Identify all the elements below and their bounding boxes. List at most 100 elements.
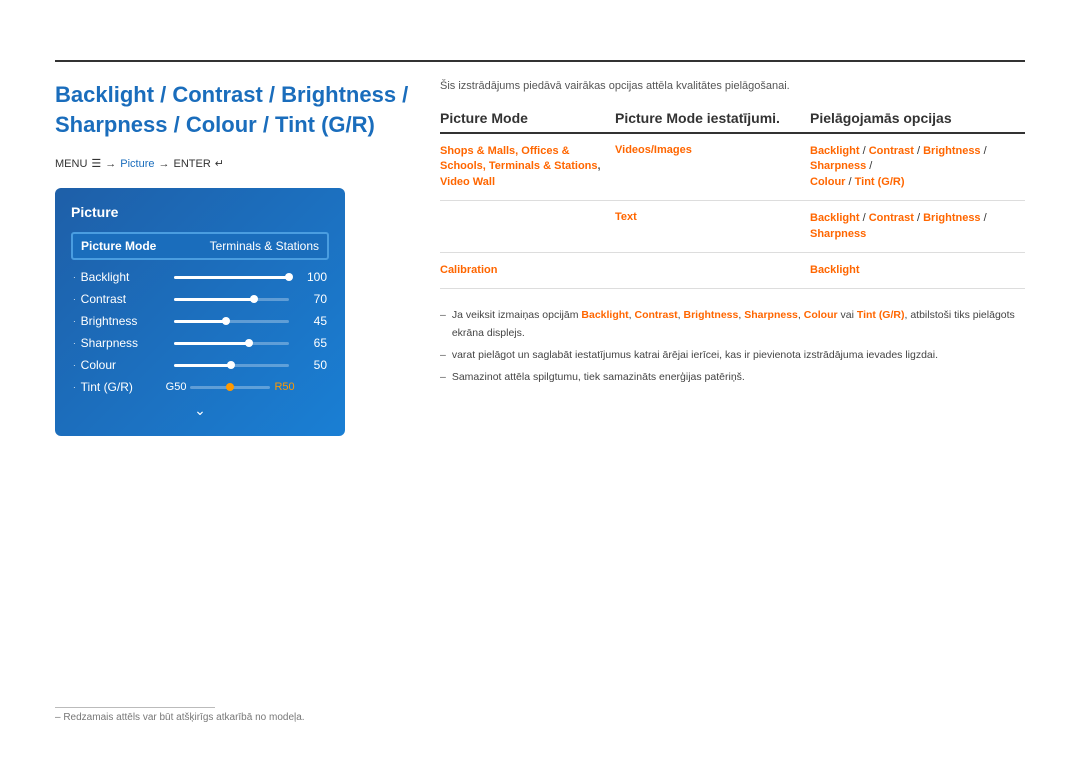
tint-track[interactable] — [190, 386, 270, 389]
dot-icon: · — [73, 361, 76, 370]
mode-cell-1: Shops & Malls, Offices & Schools, Termin… — [440, 144, 615, 190]
picture-menu-box: Picture Picture Mode Terminals & Station… — [55, 188, 345, 436]
col-header-mode: Picture Mode — [440, 110, 615, 126]
setting-cell-1: Videos/Images — [615, 144, 810, 156]
colour-label: Colour — [81, 358, 166, 372]
left-panel: Backlight / Contrast / Brightness / Shar… — [55, 80, 415, 436]
brightness-fill — [174, 320, 226, 323]
colour-thumb — [227, 361, 235, 369]
mode-calibration: Calibration — [440, 264, 497, 276]
tint-label: Tint (G/R) — [81, 380, 166, 394]
options-cell-2: Backlight / Contrast / Brightness / Shar… — [810, 211, 1025, 242]
picture-box-title: Picture — [71, 204, 329, 220]
chevron-down-icon: ⌄ — [194, 402, 206, 418]
option-contrast: Contrast — [869, 145, 914, 157]
contrast-thumb — [250, 295, 258, 303]
picture-mode-label: Picture Mode — [81, 239, 156, 253]
option-tint: Tint (G/R) — [855, 176, 905, 188]
dash-icon: – — [440, 347, 446, 365]
sharpness-label: Sharpness — [81, 336, 166, 350]
note-3: – Samazinot attēla spilgtumu, tiek samaz… — [440, 369, 1025, 387]
backlight-thumb — [285, 273, 293, 281]
page-title: Backlight / Contrast / Brightness / Shar… — [55, 80, 415, 139]
enter-label: ENTER — [174, 158, 211, 170]
picture-mode-value: Terminals & Stations — [210, 239, 319, 253]
dot-icon: · — [73, 317, 76, 326]
mode-text-1c: Video Wall — [440, 176, 495, 188]
sharpness-row: · Sharpness 65 — [71, 336, 329, 350]
colour-row: · Colour 50 — [71, 358, 329, 372]
menu-arrow: → — [105, 158, 116, 170]
backlight-value: 100 — [297, 270, 327, 284]
enter-icon: ↵ — [215, 157, 224, 170]
col-header-setting: Picture Mode iestatījumi. — [615, 110, 810, 126]
picture-link[interactable]: Picture — [120, 158, 154, 170]
menu-label: MENU — [55, 158, 87, 170]
colour-value: 50 — [297, 358, 327, 372]
backlight-label: Backlight — [81, 270, 166, 284]
mode-text-1b: , — [598, 160, 601, 172]
opt3-backlight: Backlight — [810, 264, 860, 276]
contrast-row: · Contrast 70 — [71, 292, 329, 306]
sharpness-value: 65 — [297, 336, 327, 350]
contrast-label: Contrast — [81, 292, 166, 306]
note-2: – varat pielāgot un saglabāt iestatījumu… — [440, 347, 1025, 365]
footer-divider — [55, 707, 215, 708]
dash-icon: – — [440, 369, 446, 387]
option-brightness: Brightness — [923, 145, 980, 157]
table-row: Calibration Backlight — [440, 253, 1025, 289]
footer-note: – Redzamais attēls var būt atšķirīgs atk… — [55, 712, 305, 723]
colour-fill — [174, 364, 232, 367]
dot-icon: · — [73, 383, 76, 392]
mode-cell-3: Calibration — [440, 263, 615, 278]
colour-track[interactable] — [174, 364, 289, 367]
dot-icon: · — [73, 273, 76, 282]
menu-icon: ☰ — [91, 157, 101, 170]
right-panel: Šis izstrādājums piedāvā vairākas opcija… — [440, 80, 1025, 391]
opt2-brightness: Brightness — [923, 212, 980, 224]
dot-icon: · — [73, 339, 76, 348]
chevron-row[interactable]: ⌄ — [71, 402, 329, 420]
backlight-fill — [174, 276, 289, 279]
sharpness-thumb — [245, 339, 253, 347]
options-cell-1: Backlight / Contrast / Brightness / Shar… — [810, 144, 1025, 190]
backlight-row: · Backlight 100 — [71, 270, 329, 284]
option-colour: Colour — [810, 176, 845, 188]
tint-r50: R50 — [274, 381, 294, 393]
opt2-backlight: Backlight — [810, 212, 860, 224]
footer-note-text: – Redzamais attēls var būt atšķirīgs atk… — [55, 712, 305, 723]
brightness-track[interactable] — [174, 320, 289, 323]
table-row: Text Backlight / Contrast / Brightness /… — [440, 201, 1025, 253]
opt2-sharpness: Sharpness — [810, 228, 866, 240]
brightness-thumb — [222, 317, 230, 325]
option-sharpness: Sharpness — [810, 160, 866, 172]
tint-thumb — [226, 383, 234, 391]
backlight-track[interactable] — [174, 276, 289, 279]
note-2-text: varat pielāgot un saglabāt iestatījumus … — [452, 347, 938, 365]
opt2-contrast: Contrast — [869, 212, 914, 224]
table-header: Picture Mode Picture Mode iestatījumi. P… — [440, 110, 1025, 134]
picture-mode-row[interactable]: Picture Mode Terminals & Stations — [71, 232, 329, 260]
dash-icon: – — [440, 307, 446, 343]
note-1: – Ja veiksit izmaiņas opcijām Backlight,… — [440, 307, 1025, 343]
contrast-value: 70 — [297, 292, 327, 306]
option-backlight: Backlight — [810, 145, 860, 157]
setting-cell-2: Text — [615, 211, 810, 223]
brightness-label: Brightness — [81, 314, 166, 328]
intro-text: Šis izstrādājums piedāvā vairākas opcija… — [440, 80, 1025, 92]
brightness-row: · Brightness 45 — [71, 314, 329, 328]
dot-icon: · — [73, 295, 76, 304]
options-cell-3: Backlight — [810, 263, 1025, 278]
sharpness-track[interactable] — [174, 342, 289, 345]
contrast-track[interactable] — [174, 298, 289, 301]
top-divider — [55, 60, 1025, 62]
tint-g50: G50 — [166, 381, 187, 393]
contrast-fill — [174, 298, 255, 301]
tint-row: · Tint (G/R) G50 R50 — [71, 380, 329, 394]
brightness-value: 45 — [297, 314, 327, 328]
note-3-text: Samazinot attēla spilgtumu, tiek samazin… — [452, 369, 745, 387]
notes-section: – Ja veiksit izmaiņas opcijām Backlight,… — [440, 307, 1025, 386]
menu-path: MENU ☰ → Picture → ENTER ↵ — [55, 157, 415, 170]
sharpness-fill — [174, 342, 249, 345]
table-row: Shops & Malls, Offices & Schools, Termin… — [440, 134, 1025, 201]
